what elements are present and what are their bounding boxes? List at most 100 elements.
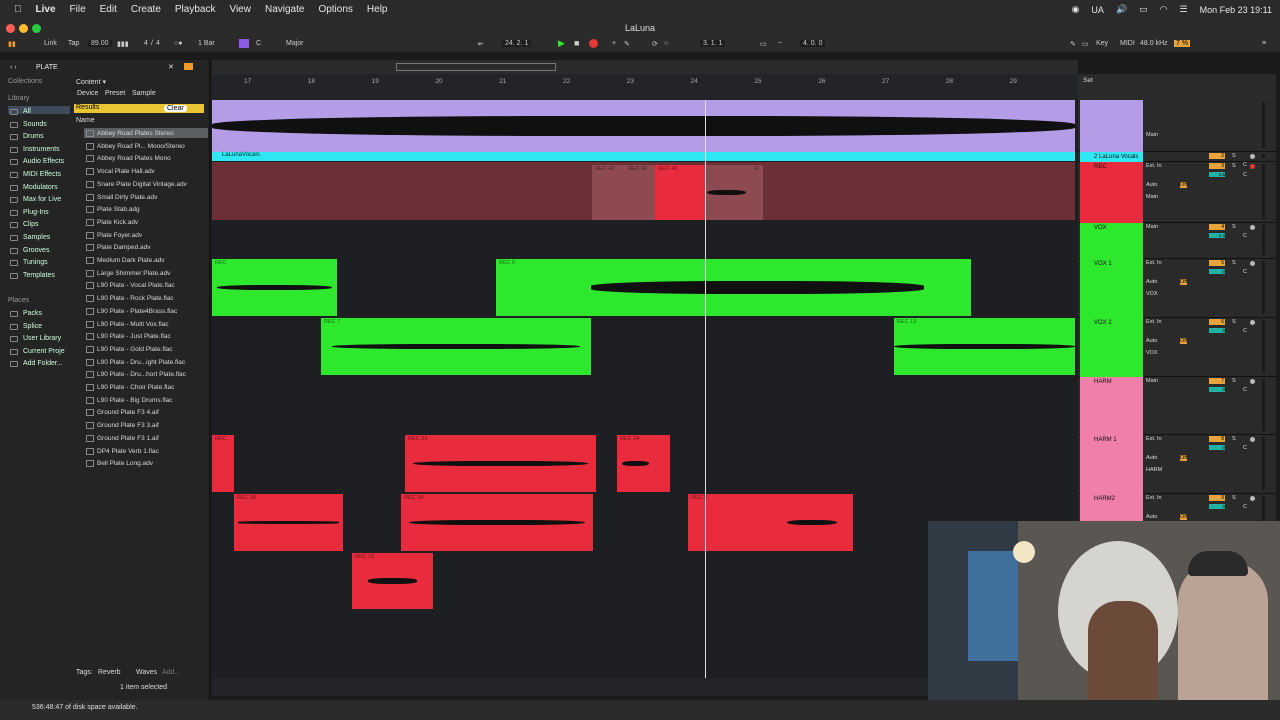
track-number[interactable]: 7 [1209,378,1225,384]
clear-search-icon[interactable]: ✕ [168,63,174,71]
input-type[interactable]: Main [1146,224,1158,230]
clip-harm1-rec[interactable]: REC [212,435,234,492]
clear-results-button[interactable]: Clear [164,105,187,112]
arm-record-button[interactable] [1250,164,1255,169]
menu-playback[interactable]: Playback [175,4,216,15]
volume-value[interactable]: -1.6 [1209,172,1225,177]
filter-preset[interactable]: Preset [105,90,125,97]
monitor-off[interactable]: Off [1180,279,1188,285]
output-routing[interactable]: HARM [1146,467,1162,473]
battery-icon[interactable]: ▭ [1139,4,1148,15]
content-select[interactable]: Content ▾ [76,78,106,86]
browser-toggle-icon[interactable]: ▮▮ [8,40,16,48]
result-item[interactable]: Medium Dark Plate.adv [97,257,165,264]
tempo-field[interactable]: 89.00 [88,40,112,47]
playhead[interactable] [705,100,706,682]
library-item[interactable]: All [23,108,31,115]
track-number[interactable]: 4 [1209,224,1225,230]
result-item[interactable]: Abbey Road Pl... Mono/Stereo [97,143,185,150]
result-item[interactable]: DP4 Plate Verb 1.flac [97,448,159,455]
solo-button[interactable]: S [1232,260,1236,266]
place-item[interactable]: User Library [23,335,61,342]
pan-knob[interactable]: C [1243,445,1247,451]
volume-value[interactable]: -1.4 [1209,233,1225,238]
library-item[interactable]: Modulators [23,184,58,191]
solo-button[interactable]: S [1232,378,1236,384]
result-item[interactable]: L90 Plate - Dru...hort Plate.flac [97,371,186,378]
volume-icon[interactable]: 🔊 [1116,4,1127,15]
monitor-auto[interactable]: Auto [1146,455,1157,461]
volume-value[interactable]: 0 [1209,504,1225,509]
monitor-auto[interactable]: Auto [1146,182,1157,188]
library-item[interactable]: Plug-Ins [23,209,49,216]
curve-icon[interactable]: ~ [778,40,782,47]
solo-button[interactable]: S [1232,163,1236,169]
clip-vox1-rec[interactable]: REC [212,259,337,316]
key-map-button[interactable]: Key [1096,40,1108,47]
monitor-auto[interactable]: Auto [1146,279,1157,285]
result-item[interactable]: L90 Plate - Big Drums.flac [97,397,173,404]
library-item[interactable]: Clips [23,221,39,228]
stop-button[interactable]: ■ [574,38,579,48]
result-item[interactable]: Bell Plate Long.adv [97,460,153,467]
library-item[interactable]: Max for Live [23,196,61,203]
library-item[interactable]: Grooves [23,247,49,254]
scale-select[interactable]: Major [286,40,304,47]
overview-strip[interactable] [212,60,1078,74]
close-window-button[interactable] [6,24,15,33]
result-item[interactable]: L90 Plate - Just Plate.flac [97,333,171,340]
browser-search-input[interactable]: PLATE [36,64,58,71]
volume-value[interactable]: 0 [1209,269,1225,274]
position-field[interactable]: 24. 2. 1 [502,40,532,47]
pan-knob[interactable]: C [1243,172,1247,178]
input-type[interactable]: Ext. In [1146,163,1162,169]
arm-record-button[interactable] [1250,496,1255,501]
time-signature-numerator[interactable]: 4 [144,40,148,47]
clip-vox1-rec5[interactable]: REC 5 [496,259,971,316]
track-number[interactable]: 3 [1209,163,1225,169]
library-item[interactable]: Templates [23,272,55,279]
result-item[interactable]: Abbey Road Plates Mono [97,155,171,162]
result-item[interactable]: L90 Plate - Choir Plate.flac [97,384,174,391]
monitor-off[interactable]: Off [1180,514,1188,520]
place-item[interactable]: Add Folder... [23,360,63,367]
loop-icon[interactable]: ⟳ [652,40,658,48]
clip-harm2-rec36[interactable]: REC 36 [234,494,343,551]
output-routing[interactable]: VOX [1146,291,1158,297]
tag-waves[interactable]: Waves [136,669,157,676]
clip-harm1-rec24[interactable]: REC 24 [617,435,670,492]
result-item[interactable]: Plate Kick.adv [97,219,138,226]
arm-record-button[interactable] [1250,379,1255,384]
result-item[interactable]: Plate Damped.adv [97,244,150,251]
screen-record-icon[interactable]: ◉ [1072,4,1080,15]
result-item[interactable]: L90 Plate - Multi Vox.flac [97,321,169,328]
track-number[interactable]: 9 [1209,495,1225,501]
solo-button[interactable]: S [1232,319,1236,325]
pan-knob[interactable]: C [1243,328,1247,334]
filter-sample[interactable]: Sample [132,90,156,97]
name-column-header[interactable]: Name [76,117,95,124]
results-toggle-icon[interactable] [184,63,193,70]
result-item[interactable]: L90 Plate - Vocal Plate.flac [97,282,175,289]
draw-icon[interactable]: ✎ [1070,40,1076,48]
place-item[interactable]: Splice [23,323,42,330]
library-item[interactable]: Tunings [23,259,48,266]
library-item[interactable]: Drums [23,133,44,140]
clip-rec-42b[interactable]: REC 42 [625,165,655,220]
menu-create[interactable]: Create [131,4,161,15]
menu-navigate[interactable]: Navigate [265,4,304,15]
menu-edit[interactable]: Edit [100,4,117,15]
back-nav-icon[interactable]: ‹ › [10,64,17,71]
result-item[interactable]: Ground Plate F3 3.aif [97,422,159,429]
loop-length-field[interactable]: 4. 0. 0 [800,40,826,47]
result-item[interactable]: Ground Plate F3 4.aif [97,409,159,416]
play-button[interactable]: ▶ [558,38,565,49]
arm-record-button[interactable] [1250,320,1255,325]
track-name[interactable]: HARM 1 [1080,435,1143,494]
pan-knob[interactable]: C [1243,504,1247,510]
output-routing[interactable]: Main [1146,194,1158,200]
overdub-icon[interactable]: + [612,40,616,47]
track-name[interactable]: VOX 1 [1080,259,1143,318]
input-type[interactable]: Ext. In [1146,260,1162,266]
arm-record-button[interactable] [1250,437,1255,442]
